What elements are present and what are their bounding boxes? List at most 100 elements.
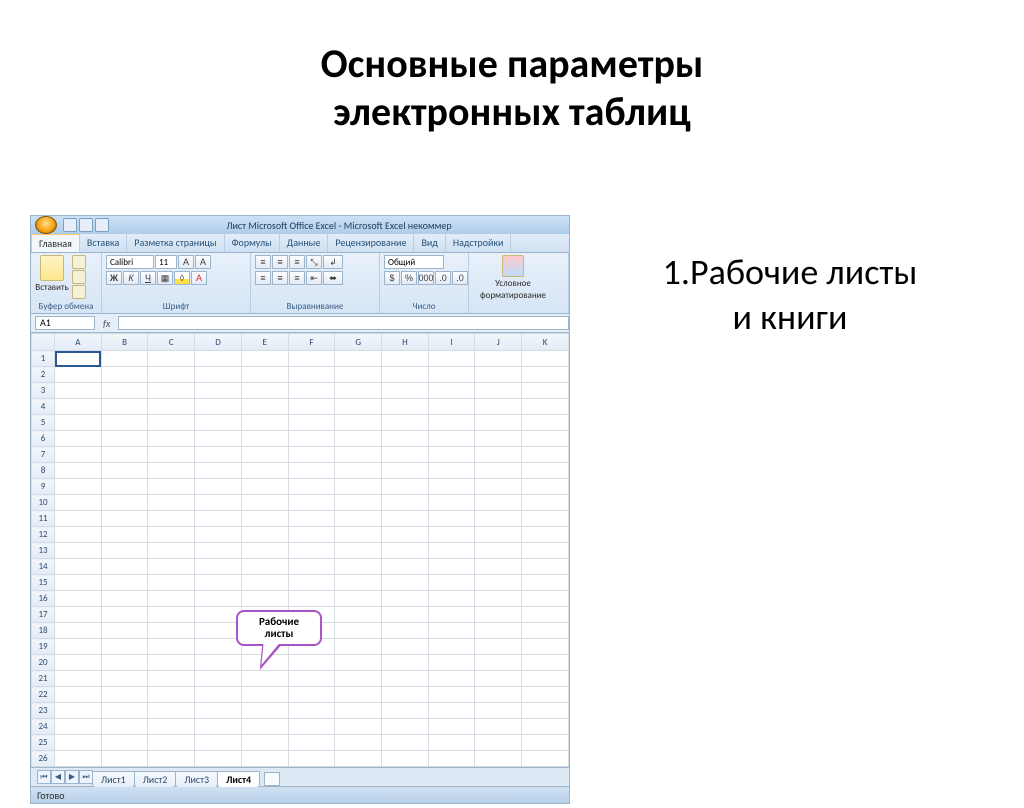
cell[interactable] [195,719,242,735]
cell[interactable] [428,543,475,559]
column-header[interactable]: A [55,334,102,351]
row-header[interactable]: 11 [32,511,55,527]
cell[interactable] [148,703,195,719]
border-button[interactable]: ▦ [157,271,173,285]
currency-button[interactable]: $ [384,271,400,285]
tab-review[interactable]: Рецензирование [328,234,414,252]
cell[interactable] [522,463,569,479]
cell[interactable] [195,495,242,511]
cell[interactable] [148,575,195,591]
cell[interactable] [382,703,429,719]
row-header[interactable]: 17 [32,607,55,623]
cell[interactable] [195,383,242,399]
cell[interactable] [195,687,242,703]
cell[interactable] [522,447,569,463]
cell[interactable] [55,415,102,431]
cell[interactable] [195,703,242,719]
cell[interactable] [288,527,335,543]
office-button[interactable] [35,216,57,234]
row-header[interactable]: 3 [32,383,55,399]
cell[interactable] [101,655,148,671]
cell[interactable] [382,383,429,399]
cell[interactable] [241,447,288,463]
cell[interactable] [241,367,288,383]
cell[interactable] [522,671,569,687]
cell[interactable] [195,399,242,415]
cell[interactable] [428,591,475,607]
cell[interactable] [101,751,148,767]
sheet-tab[interactable]: Лист4 [217,771,260,787]
cell[interactable] [55,751,102,767]
cell[interactable] [475,463,522,479]
cell[interactable] [475,399,522,415]
cell[interactable] [241,511,288,527]
font-color-button[interactable]: A [191,271,207,285]
cell[interactable] [335,511,382,527]
name-box[interactable]: A1 [35,316,95,330]
cell[interactable] [335,479,382,495]
cell[interactable] [428,415,475,431]
cell[interactable] [55,671,102,687]
cell[interactable] [522,495,569,511]
cell[interactable] [195,511,242,527]
cell[interactable] [522,719,569,735]
cell[interactable] [475,591,522,607]
cell[interactable] [241,415,288,431]
cell[interactable] [288,463,335,479]
cell[interactable] [475,447,522,463]
cell[interactable] [148,559,195,575]
cell[interactable] [195,463,242,479]
cell[interactable] [428,719,475,735]
cell[interactable] [382,463,429,479]
cell[interactable] [288,447,335,463]
cell[interactable] [428,559,475,575]
cell[interactable] [522,559,569,575]
row-header[interactable]: 12 [32,527,55,543]
cell[interactable] [522,655,569,671]
cell[interactable] [382,559,429,575]
cell[interactable] [101,735,148,751]
cell[interactable] [522,591,569,607]
cell[interactable] [475,527,522,543]
row-header[interactable]: 6 [32,431,55,447]
cell[interactable] [148,415,195,431]
cell[interactable] [335,687,382,703]
cell[interactable] [475,607,522,623]
cell[interactable] [195,415,242,431]
percent-button[interactable]: % [401,271,417,285]
cell[interactable] [335,671,382,687]
merge-button[interactable]: ⬌ [323,271,343,285]
cell[interactable] [148,623,195,639]
cell[interactable] [522,431,569,447]
cell[interactable] [428,479,475,495]
cell[interactable] [522,607,569,623]
cell[interactable] [428,463,475,479]
row-header[interactable]: 23 [32,703,55,719]
cell[interactable] [101,671,148,687]
cell[interactable] [148,383,195,399]
cell[interactable] [241,719,288,735]
align-bottom-button[interactable]: ≡ [289,255,305,269]
cell[interactable] [195,575,242,591]
cell[interactable] [195,591,242,607]
cell[interactable] [195,639,242,655]
cell[interactable] [475,639,522,655]
cell[interactable] [475,719,522,735]
cell[interactable] [428,575,475,591]
cell[interactable] [335,543,382,559]
cell[interactable] [475,383,522,399]
cell[interactable] [101,639,148,655]
cell[interactable] [55,719,102,735]
cell[interactable] [382,511,429,527]
grow-font-button[interactable]: A [178,255,194,269]
cell[interactable] [148,671,195,687]
cell[interactable] [148,463,195,479]
wrap-text-button[interactable]: ↲ [323,255,343,269]
cell[interactable] [428,383,475,399]
cell[interactable] [148,527,195,543]
cell[interactable] [195,559,242,575]
cell[interactable] [288,479,335,495]
cell[interactable] [288,415,335,431]
cell[interactable] [241,751,288,767]
cell[interactable] [288,575,335,591]
